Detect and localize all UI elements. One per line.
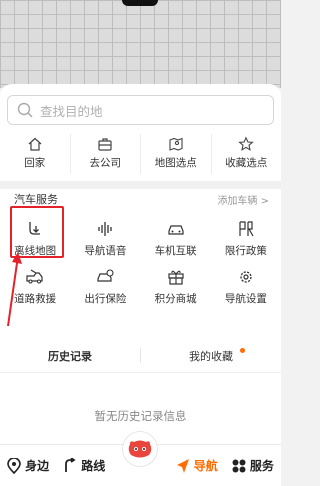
search-icon (17, 102, 33, 118)
annotation-arrow (7, 252, 22, 327)
quick-office-label: 去公司 (89, 157, 122, 169)
quick-map-pick-button[interactable]: 地图选点 (141, 134, 212, 174)
location-pin-icon (7, 457, 21, 474)
empty-state-text: 暂无历史记录信息 (94, 409, 187, 423)
voice-wave-icon (98, 222, 113, 236)
quick-actions: 回家 去公司 地图选点 收藏选点 (0, 134, 281, 174)
nav-voice-label: 导航语音 (84, 245, 127, 257)
search-placeholder: 查找目的地 (40, 103, 103, 119)
tab-history[interactable]: 历史记录 (0, 339, 140, 372)
nav-settings-label: 导航设置 (224, 293, 267, 305)
nav-nearby-button[interactable]: 身边 (0, 445, 56, 486)
restriction-policy-label: 限行政策 (224, 245, 267, 257)
mascot-icon (129, 440, 152, 458)
quick-favorites-label: 收藏选点 (225, 157, 268, 169)
travel-insurance-button[interactable]: 出行保险 (70, 262, 140, 310)
restriction-policy-button[interactable]: 限行政策 (211, 214, 281, 262)
nav-settings-button[interactable]: 导航设置 (211, 262, 281, 310)
nav-voice-button[interactable]: 导航语音 (70, 214, 140, 262)
nav-route-button[interactable]: 路线 (56, 445, 112, 486)
restriction-icon (239, 221, 254, 237)
star-icon (238, 136, 255, 151)
bottom-nav: 身边 路线 导航 服务 (0, 431, 281, 486)
travel-insurance-label: 出行保险 (84, 293, 127, 305)
quick-home-button[interactable]: 回家 (0, 134, 71, 174)
briefcase-icon (98, 138, 112, 151)
gift-icon (168, 270, 184, 285)
map-notch (122, 0, 158, 6)
mascot-button[interactable] (122, 431, 159, 467)
route-icon (65, 457, 76, 472)
tab-history-label: 历史记录 (48, 349, 92, 363)
nav-services-label: 服务 (249, 459, 274, 473)
map-view[interactable] (0, 0, 281, 88)
notification-dot (240, 348, 245, 353)
empty-state: 暂无历史记录信息 (0, 405, 281, 424)
section-divider (0, 181, 281, 189)
car-connect-icon (168, 225, 184, 235)
add-vehicle-link[interactable]: 添加车辆 > (217, 192, 269, 207)
bottom-sheet: 查找目的地 回家 去公司 地图选点 收藏选点 汽车服务 添加车辆 > 离线地图 … (0, 84, 281, 444)
tab-favorites[interactable]: 我的收藏 (141, 339, 281, 372)
nav-nearby-label: 身边 (25, 459, 50, 473)
car-service-header: 汽车服务 添加车辆 > (14, 192, 269, 207)
grid-icon (232, 459, 246, 472)
nav-mascot-slot (112, 431, 168, 486)
nav-navigate-button[interactable]: 导航 (169, 445, 225, 486)
map-pin-icon (169, 137, 183, 151)
car-service-title: 汽车服务 (14, 193, 58, 206)
navigation-arrow-icon (176, 458, 189, 473)
quick-home-label: 回家 (24, 157, 46, 169)
nav-route-label: 路线 (81, 459, 106, 473)
history-tabs: 历史记录 我的收藏 (0, 339, 281, 373)
points-mall-button[interactable]: 积分商城 (141, 262, 211, 310)
quick-map-pick-label: 地图选点 (154, 157, 197, 169)
car-connect-button[interactable]: 车机互联 (141, 214, 211, 262)
quick-office-button[interactable]: 去公司 (71, 134, 141, 174)
tab-favorites-label: 我的收藏 (189, 349, 233, 363)
settings-gear-icon (240, 271, 252, 283)
home-icon (28, 137, 42, 151)
nav-services-button[interactable]: 服务 (225, 445, 281, 486)
insurance-car-icon (97, 269, 114, 282)
car-connect-label: 车机互联 (154, 245, 197, 257)
search-input[interactable]: 查找目的地 (7, 95, 274, 125)
quick-favorites-button[interactable]: 收藏选点 (212, 134, 282, 174)
points-mall-label: 积分商城 (154, 293, 197, 305)
nav-navigate-label: 导航 (193, 459, 218, 473)
